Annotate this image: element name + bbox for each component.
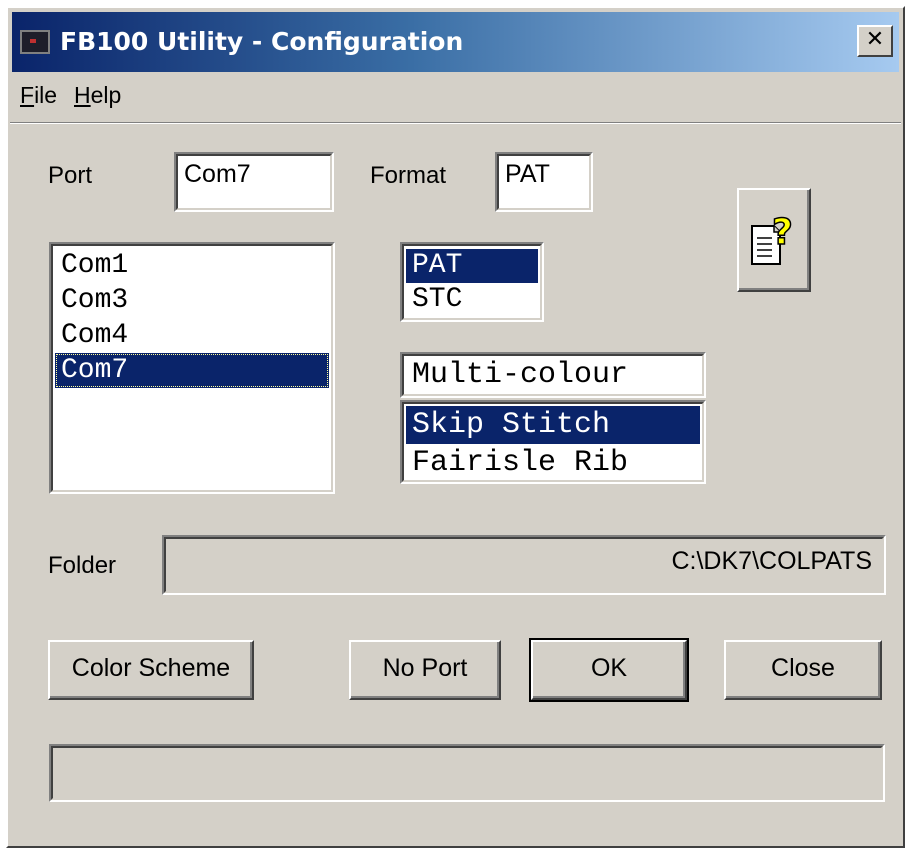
format-label: Format <box>370 162 447 189</box>
close-window-button[interactable]: ✕ <box>857 25 893 57</box>
no-port-label: No Port <box>382 654 468 683</box>
folder-label: Folder <box>48 552 117 579</box>
pattern-option-skip-stitch[interactable]: Skip Stitch <box>406 406 700 444</box>
svg-text:?: ? <box>772 212 793 253</box>
pattern-listbox[interactable]: Skip Stitch Fairisle Rib <box>400 400 706 484</box>
format-field[interactable]: PAT <box>495 152 593 212</box>
format-option-pat[interactable]: PAT <box>406 249 538 283</box>
port-value: Com7 <box>184 160 251 188</box>
folder-field[interactable]: C:\DK7\COLPATS <box>162 535 886 595</box>
folder-value: C:\DK7\COLPATS <box>671 547 872 575</box>
menu-help-label: elp <box>90 82 122 108</box>
status-bar <box>49 744 885 802</box>
menu-file[interactable]: File <box>20 82 57 109</box>
port-option-com1[interactable]: Com1 <box>55 248 329 283</box>
multicolour-value: Multi-colour <box>412 358 629 392</box>
app-icon <box>20 30 50 54</box>
configuration-window: FB100 Utility - Configuration ✕ File Hel… <box>6 6 905 848</box>
menu-separator <box>10 122 901 124</box>
port-field[interactable]: Com7 <box>174 152 334 212</box>
multicolour-field[interactable]: Multi-colour <box>400 352 706 398</box>
menu-file-accel: F <box>20 82 35 108</box>
menu-file-label: ile <box>34 82 58 108</box>
port-option-com3[interactable]: Com3 <box>55 283 329 318</box>
port-option-com7[interactable]: Com7 <box>55 353 329 388</box>
format-listbox[interactable]: PAT STC <box>400 242 544 322</box>
color-scheme-button[interactable]: Color Scheme <box>48 640 254 700</box>
menu-help-accel: H <box>74 82 91 108</box>
no-port-button[interactable]: No Port <box>349 640 501 700</box>
title-bar[interactable]: FB100 Utility - Configuration ✕ <box>12 12 899 72</box>
port-option-com4[interactable]: Com4 <box>55 318 329 353</box>
close-label: Close <box>771 654 835 683</box>
close-button[interactable]: Close <box>724 640 882 700</box>
pattern-option-fairisle-rib[interactable]: Fairisle Rib <box>406 444 700 482</box>
format-value: PAT <box>505 160 550 188</box>
menu-help[interactable]: Help <box>74 82 121 109</box>
port-label: Port <box>48 162 93 189</box>
format-option-stc[interactable]: STC <box>406 283 538 317</box>
menu-bar: File Help <box>12 76 899 120</box>
color-scheme-label: Color Scheme <box>71 654 231 683</box>
ok-button[interactable]: OK <box>529 638 689 702</box>
ok-label: OK <box>590 654 628 683</box>
help-button[interactable]: ? <box>737 188 811 292</box>
port-listbox[interactable]: Com1 Com3 Com4 Com7 <box>49 242 335 494</box>
help-document-question-icon: ? <box>751 211 794 265</box>
window-title: FB100 Utility - Configuration <box>60 27 464 56</box>
